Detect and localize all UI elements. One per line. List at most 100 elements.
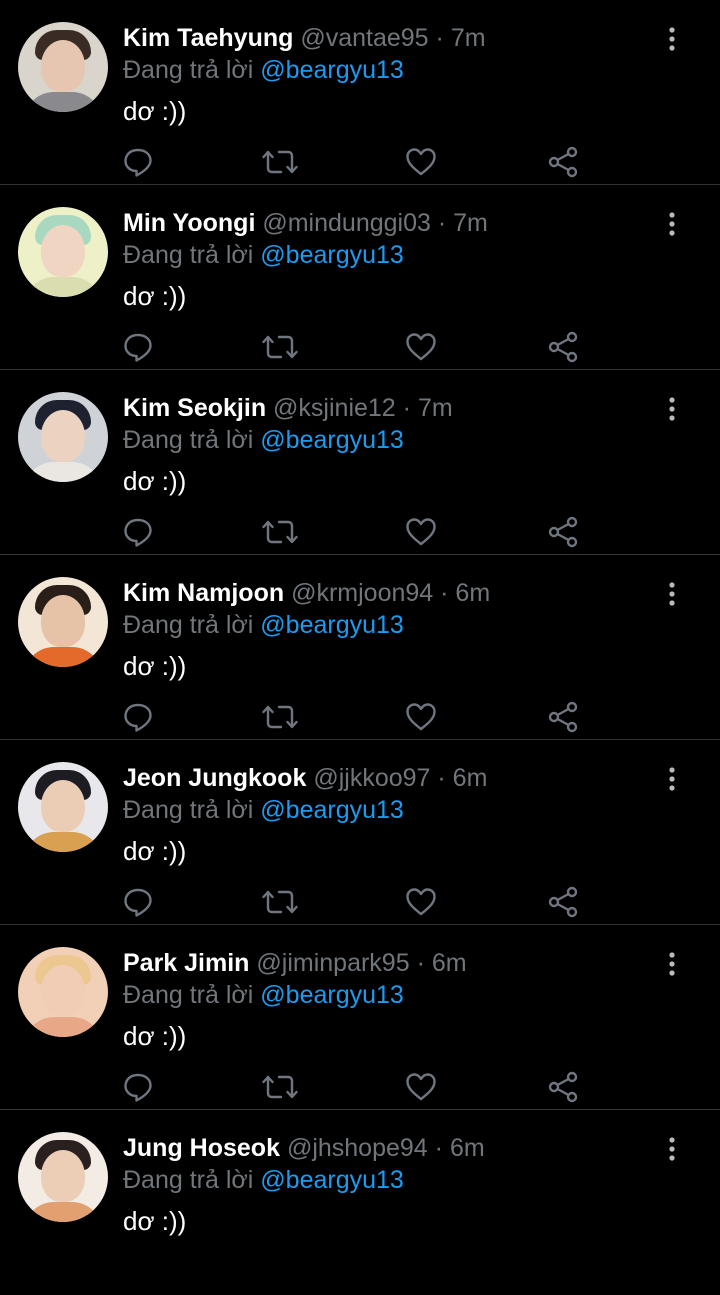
- mention-link[interactable]: @beargyu13: [260, 796, 404, 824]
- avatar[interactable]: [18, 947, 108, 1037]
- mention-link[interactable]: @beargyu13: [260, 241, 404, 269]
- display-name[interactable]: Kim Namjoon: [123, 579, 284, 607]
- display-name[interactable]: Min Yoongi: [123, 209, 255, 237]
- tweet-item[interactable]: Min Yoongi @mindunggi03 · 7m Đang trả lờ…: [0, 185, 720, 370]
- replying-to-label: Đang trả lời: [123, 611, 254, 639]
- display-name[interactable]: Kim Taehyung: [123, 24, 293, 52]
- display-name[interactable]: Jung Hoseok: [123, 1134, 280, 1162]
- replying-to: Đang trả lời @beargyu13: [123, 239, 404, 271]
- more-vertical-icon[interactable]: [662, 766, 682, 792]
- avatar[interactable]: [18, 22, 108, 112]
- replying-to-label: Đang trả lời: [123, 1166, 254, 1194]
- share-icon[interactable]: [547, 331, 583, 367]
- tweet-item[interactable]: Kim Taehyung @vantae95 · 7m Đang trả lời…: [0, 0, 720, 185]
- share-icon[interactable]: [547, 516, 583, 552]
- replying-to-label: Đang trả lời: [123, 796, 254, 824]
- timestamp[interactable]: 7m: [451, 24, 486, 52]
- timestamp[interactable]: 6m: [450, 1134, 485, 1162]
- reply-icon[interactable]: [122, 331, 158, 367]
- avatar[interactable]: [18, 1132, 108, 1222]
- display-name[interactable]: Jeon Jungkook: [123, 764, 306, 792]
- separator-dot: ·: [434, 1134, 443, 1162]
- tweet-actions: [0, 516, 720, 552]
- retweet-icon[interactable]: [262, 516, 298, 552]
- user-handle[interactable]: @krmjoon94: [291, 579, 433, 607]
- tweet-header: Park Jimin @jiminpark95 · 6m: [123, 947, 660, 979]
- retweet-icon[interactable]: [262, 1071, 298, 1107]
- timestamp[interactable]: 6m: [455, 579, 490, 607]
- tweet-header: Min Yoongi @mindunggi03 · 7m: [123, 207, 660, 239]
- reply-icon[interactable]: [122, 701, 158, 737]
- tweet-actions: [0, 701, 720, 737]
- avatar[interactable]: [18, 577, 108, 667]
- more-vertical-icon[interactable]: [662, 26, 682, 52]
- avatar[interactable]: [18, 207, 108, 297]
- display-name[interactable]: Kim Seokjin: [123, 394, 266, 422]
- replying-to-label: Đang trả lời: [123, 426, 254, 454]
- separator-dot: ·: [435, 24, 444, 52]
- like-icon[interactable]: [405, 146, 441, 182]
- tweet-header: Jung Hoseok @jhshope94 · 6m: [123, 1132, 660, 1164]
- tweet-actions: [0, 331, 720, 367]
- like-icon[interactable]: [405, 516, 441, 552]
- user-handle[interactable]: @jjkkoo97: [313, 764, 430, 792]
- user-handle[interactable]: @jhshope94: [287, 1134, 428, 1162]
- reply-icon[interactable]: [122, 1071, 158, 1107]
- more-vertical-icon[interactable]: [662, 581, 682, 607]
- more-vertical-icon[interactable]: [662, 211, 682, 237]
- more-vertical-icon[interactable]: [662, 1136, 682, 1162]
- like-icon[interactable]: [405, 331, 441, 367]
- display-name[interactable]: Park Jimin: [123, 949, 249, 977]
- avatar[interactable]: [18, 762, 108, 852]
- tweet-text: dơ :)): [123, 1206, 187, 1236]
- tweet-item[interactable]: Jung Hoseok @jhshope94 · 6m Đang trả lời…: [0, 1110, 720, 1295]
- timestamp[interactable]: 6m: [432, 949, 467, 977]
- share-icon[interactable]: [547, 1071, 583, 1107]
- mention-link[interactable]: @beargyu13: [260, 56, 404, 84]
- replying-to: Đang trả lời @beargyu13: [123, 54, 404, 86]
- avatar[interactable]: [18, 392, 108, 482]
- separator-dot: ·: [440, 579, 449, 607]
- tweet-item[interactable]: Park Jimin @jiminpark95 · 6m Đang trả lờ…: [0, 925, 720, 1110]
- user-handle[interactable]: @vantae95: [300, 24, 428, 52]
- more-vertical-icon[interactable]: [662, 396, 682, 422]
- mention-link[interactable]: @beargyu13: [260, 611, 404, 639]
- timestamp[interactable]: 7m: [418, 394, 453, 422]
- tweet-item[interactable]: Kim Seokjin @ksjinie12 · 7m Đang trả lời…: [0, 370, 720, 555]
- retweet-icon[interactable]: [262, 331, 298, 367]
- retweet-icon[interactable]: [262, 886, 298, 922]
- tweet-actions: [0, 146, 720, 182]
- retweet-icon[interactable]: [262, 701, 298, 737]
- tweet-header: Kim Namjoon @krmjoon94 · 6m: [123, 577, 660, 609]
- timestamp[interactable]: 7m: [453, 209, 488, 237]
- share-icon[interactable]: [547, 146, 583, 182]
- share-icon[interactable]: [547, 886, 583, 922]
- tweet-header: Jeon Jungkook @jjkkoo97 · 6m: [123, 762, 660, 794]
- reply-icon[interactable]: [122, 516, 158, 552]
- tweet-text: dơ :)): [123, 651, 187, 681]
- replying-to: Đang trả lời @beargyu13: [123, 794, 404, 826]
- separator-dot: ·: [416, 949, 425, 977]
- like-icon[interactable]: [405, 701, 441, 737]
- user-handle[interactable]: @jiminpark95: [256, 949, 409, 977]
- reply-icon[interactable]: [122, 146, 158, 182]
- user-handle[interactable]: @mindunggi03: [262, 209, 431, 237]
- mention-link[interactable]: @beargyu13: [260, 981, 404, 1009]
- tweet-item[interactable]: Jeon Jungkook @jjkkoo97 · 6m Đang trả lờ…: [0, 740, 720, 925]
- retweet-icon[interactable]: [262, 146, 298, 182]
- like-icon[interactable]: [405, 1071, 441, 1107]
- tweet-item[interactable]: Kim Namjoon @krmjoon94 · 6m Đang trả lời…: [0, 555, 720, 740]
- more-vertical-icon[interactable]: [662, 951, 682, 977]
- share-icon[interactable]: [547, 701, 583, 737]
- replying-to-label: Đang trả lời: [123, 241, 254, 269]
- tweet-text: dơ :)): [123, 96, 187, 126]
- like-icon[interactable]: [405, 886, 441, 922]
- reply-icon[interactable]: [122, 886, 158, 922]
- timestamp[interactable]: 6m: [453, 764, 488, 792]
- user-handle[interactable]: @ksjinie12: [273, 394, 396, 422]
- tweet-text: dơ :)): [123, 466, 187, 496]
- replying-to: Đang trả lời @beargyu13: [123, 979, 404, 1011]
- mention-link[interactable]: @beargyu13: [260, 1166, 404, 1194]
- tweet-actions: [0, 886, 720, 922]
- mention-link[interactable]: @beargyu13: [260, 426, 404, 454]
